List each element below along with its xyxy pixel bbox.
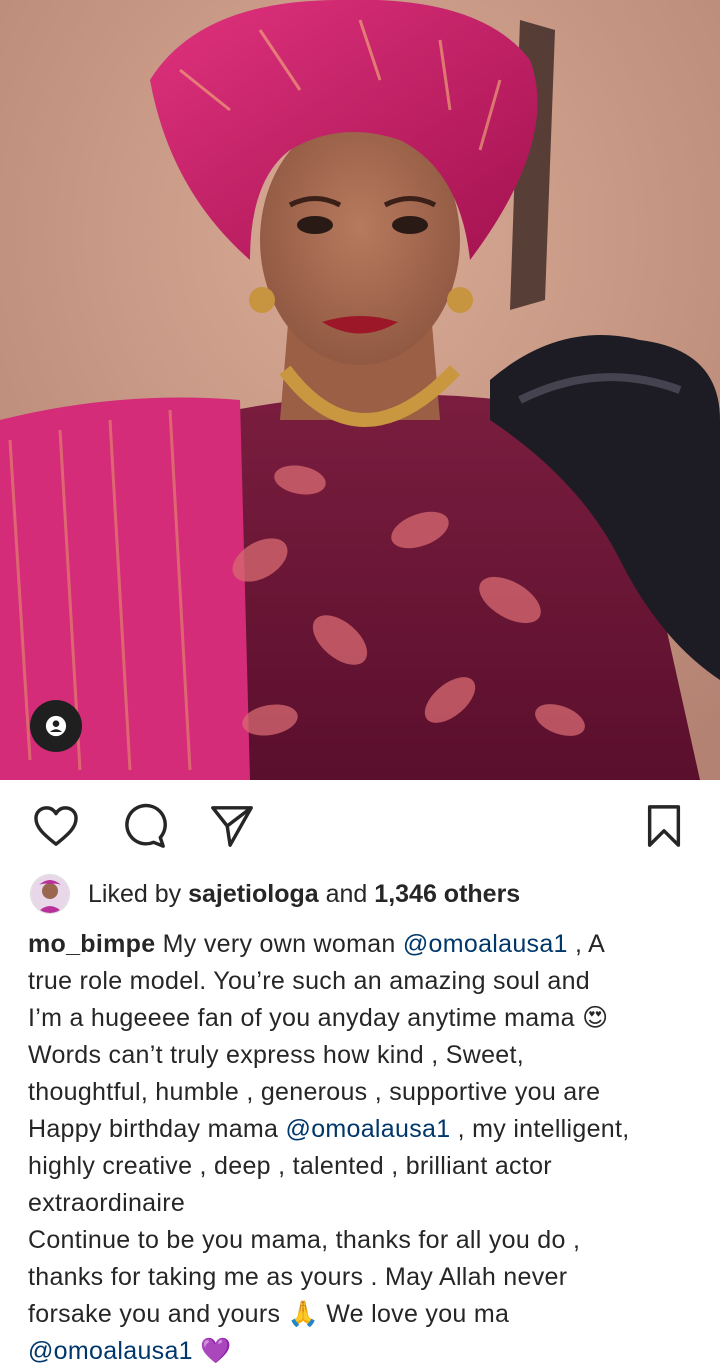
mention-link[interactable]: @omoalausa1 xyxy=(28,1337,193,1365)
post-photo[interactable] xyxy=(0,0,720,780)
caption-line: mo_bimpe My very own woman @omoalausa1 ,… xyxy=(28,930,606,958)
liked-by-prefix: Liked by xyxy=(88,879,182,908)
liker-username[interactable]: sajetiologa xyxy=(188,880,319,909)
mention-link[interactable]: @omoalausa1 xyxy=(286,1115,451,1143)
post-caption: mo_bimpe My very own woman @omoalausa1 ,… xyxy=(28,926,696,1370)
caption-line: thanks for taking me as yours . May Alla… xyxy=(28,1263,568,1291)
post-action-bar xyxy=(0,780,720,872)
caption-line: Words can’t truly express how kind , Swe… xyxy=(28,1041,524,1069)
liked-by-joiner: and xyxy=(325,879,368,908)
caption-line: highly creative , deep , talented , bril… xyxy=(28,1152,552,1180)
comment-icon[interactable] xyxy=(120,802,168,850)
caption-line: Happy birthday mama @omoalausa1 , my int… xyxy=(28,1115,630,1143)
caption-line: @omoalausa1 💜 xyxy=(28,1337,232,1365)
send-icon[interactable] xyxy=(208,802,256,850)
caption-username[interactable]: mo_bimpe xyxy=(28,930,155,958)
caption-line: extraordinaire xyxy=(28,1189,186,1217)
portrait-image xyxy=(0,0,720,780)
caption-line: true role model. You’re such an amazing … xyxy=(28,967,590,995)
caption-line: thoughtful, humble , generous , supporti… xyxy=(28,1078,601,1106)
instagram-post: Liked by sajetiologa and 1,346 others mo… xyxy=(0,0,720,1365)
tagged-user-icon[interactable] xyxy=(30,700,82,752)
mention-link[interactable]: @omoalausa1 xyxy=(403,930,568,958)
caption-line: I’m a hugeeee fan of you anyday anytime … xyxy=(28,1004,609,1032)
caption-line: Continue to be you mama, thanks for all … xyxy=(28,1226,581,1254)
heart-icon[interactable] xyxy=(32,802,80,850)
likes-summary: Liked by sajetiologa and 1,346 others xyxy=(30,872,700,916)
caption-line: forsake you and yours 🙏 We love you ma xyxy=(28,1300,510,1328)
bookmark-icon[interactable] xyxy=(640,802,688,850)
liker-avatar[interactable] xyxy=(30,874,70,914)
likes-count[interactable]: 1,346 others xyxy=(374,880,520,909)
